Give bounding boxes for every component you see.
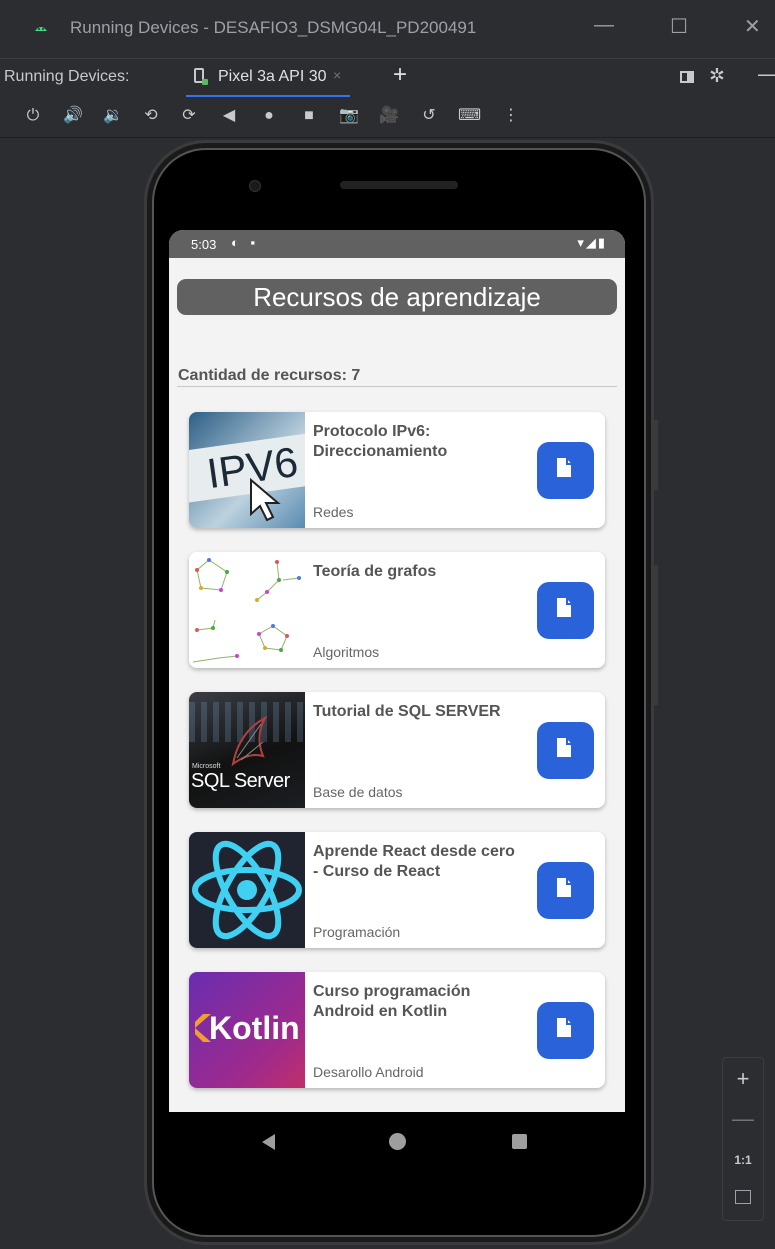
resource-card[interactable]: Kotlin Curso programación Android en Kot…: [189, 972, 605, 1088]
open-document-button[interactable]: [537, 442, 594, 499]
open-document-button[interactable]: [537, 1002, 594, 1059]
nav-home-icon[interactable]: [389, 1133, 406, 1150]
ipv6-thumbnail: IPV6: [189, 412, 305, 528]
device-screen[interactable]: 5:03 ◐ ▪ ▾◢▮ Recursos de aprendizaje Can…: [169, 230, 625, 1112]
card-category: Algoritmos: [313, 644, 380, 660]
minimize-button[interactable]: —: [594, 14, 614, 37]
keyboard-icon[interactable]: ⌨: [458, 105, 481, 127]
sql-server-logo-icon: [231, 715, 268, 767]
notification-icons: ◐ ▪: [231, 235, 260, 250]
resource-count: Cantidad de recursos: 7: [178, 367, 361, 384]
android-nav-bar: [169, 1112, 625, 1172]
gear-icon[interactable]: ✲: [709, 65, 725, 88]
sql-thumb-text: SQL Server: [191, 770, 290, 792]
reset-icon[interactable]: ↺: [418, 105, 440, 127]
device-toolbar: ⏻ 🔊 🔉 ⟲ ⟳ ◀ ● ■ 📷 🎥 ↺ ⌨ ⋮: [0, 97, 775, 138]
zoom-actual-size-button[interactable]: 1:1: [723, 1153, 763, 1167]
add-device-button[interactable]: +: [393, 61, 407, 89]
back-icon[interactable]: ◀: [218, 105, 240, 127]
android-studio-icon: [35, 27, 47, 31]
card-category: Redes: [313, 504, 354, 520]
zoom-controls: + — 1:1: [722, 1057, 764, 1221]
close-button[interactable]: ✕: [744, 14, 761, 39]
layout-icon[interactable]: [680, 71, 694, 83]
react-thumbnail: [189, 832, 305, 948]
status-time: 5:03: [191, 237, 217, 252]
volume-side-button: [654, 565, 658, 705]
card-title: Protocolo IPv6: Direccionamiento: [313, 423, 448, 460]
card-category: Programación: [313, 924, 401, 940]
zoom-in-button[interactable]: +: [723, 1066, 763, 1092]
zoom-out-button[interactable]: —: [723, 1106, 763, 1132]
resource-card[interactable]: Teoría de grafos Algoritmos: [189, 552, 605, 668]
earpiece-speaker: [340, 181, 458, 189]
running-devices-label: Running Devices:: [4, 68, 130, 85]
rotate-left-icon[interactable]: ⟲: [140, 105, 162, 127]
home-icon[interactable]: ●: [258, 105, 280, 127]
card-title: Curso programación Android en Kotlin: [313, 983, 471, 1020]
sql-thumb-small: Microsoft: [192, 763, 221, 770]
graph-drawing: [192, 558, 301, 663]
nav-recents-icon[interactable]: [512, 1134, 527, 1149]
tab-pixel-3a[interactable]: Pixel 3a API 30 ×: [186, 59, 350, 98]
open-document-button[interactable]: [537, 582, 594, 639]
front-camera-icon: [249, 180, 261, 192]
power-icon[interactable]: ⏻: [22, 105, 44, 127]
zoom-fit-icon[interactable]: [735, 1190, 751, 1204]
window-title: Running Devices - DESAFIO3_DSMG04L_PD200…: [70, 18, 477, 37]
nav-back-icon[interactable]: [262, 1134, 275, 1150]
screenshot-icon[interactable]: 📷: [338, 105, 360, 127]
window-title-bar: Running Devices - DESAFIO3_DSMG04L_PD200…: [0, 0, 775, 58]
running-devices-tabbar: Running Devices: Pixel 3a API 30 × + ✲ —: [0, 58, 775, 98]
volume-down-icon[interactable]: 🔉: [102, 105, 124, 127]
tab-label: Pixel 3a API 30: [218, 68, 327, 85]
status-bar: 5:03 ◐ ▪ ▾◢▮: [169, 230, 625, 258]
tab-close-icon[interactable]: ×: [333, 67, 341, 83]
graphs-thumbnail: [189, 552, 305, 668]
maximize-button[interactable]: ☐: [670, 14, 688, 39]
card-category: Desarollo Android: [313, 1064, 424, 1080]
cursor-icon: [250, 478, 281, 522]
signal-battery-icons: ▾◢▮: [577, 235, 607, 250]
overview-icon[interactable]: ■: [298, 105, 320, 127]
kotlin-thumbnail: Kotlin: [189, 972, 305, 1088]
open-document-button[interactable]: [537, 862, 594, 919]
rotate-right-icon[interactable]: ⟳: [178, 105, 200, 127]
more-icon[interactable]: ⋮: [500, 105, 522, 127]
card-title: Aprende React desde cero - Curso de Reac…: [313, 843, 515, 880]
device-icon: [194, 68, 208, 85]
kotlin-thumb-text: Kotlin: [209, 1010, 300, 1046]
card-title: Teoría de grafos: [313, 563, 437, 580]
open-document-button[interactable]: [537, 722, 594, 779]
power-side-button: [654, 420, 658, 490]
react-logo-icon: [192, 840, 302, 940]
volume-up-icon[interactable]: 🔊: [62, 105, 84, 127]
sql-server-thumbnail: Microsoft SQL Server: [189, 692, 305, 808]
divider: [177, 386, 617, 387]
hide-panel-icon[interactable]: —: [758, 61, 775, 87]
card-title: Tutorial de SQL SERVER: [313, 703, 501, 720]
page-title: Recursos de aprendizaje: [177, 279, 617, 315]
card-category: Base de datos: [313, 784, 403, 800]
resource-card[interactable]: Aprende React desde cero - Curso de Reac…: [189, 832, 605, 948]
resource-card[interactable]: IPV6 Protocolo IPv6: Direccionamiento Re…: [189, 412, 605, 528]
resource-card[interactable]: Microsoft SQL Server Tutorial de SQL SER…: [189, 692, 605, 808]
screen-record-icon[interactable]: 🎥: [378, 105, 400, 127]
